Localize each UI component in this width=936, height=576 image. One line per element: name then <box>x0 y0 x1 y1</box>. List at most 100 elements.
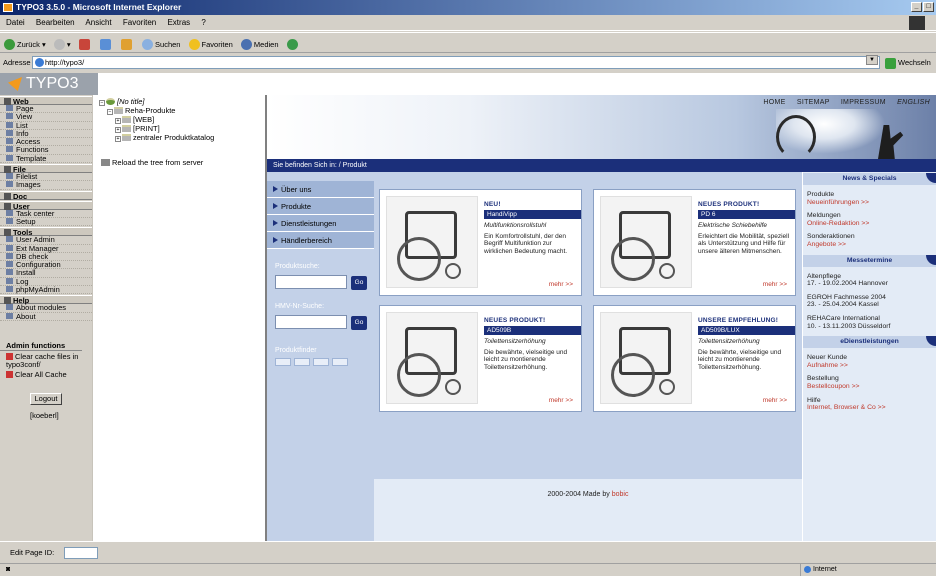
tree-node-print[interactable]: + [PRINT] <box>115 125 160 133</box>
module-group-doc[interactable]: Doc <box>0 190 92 201</box>
home-button[interactable] <box>120 34 134 55</box>
module-template[interactable]: Template <box>0 154 92 164</box>
module-install[interactable]: Install <box>0 269 92 278</box>
help-group-icon <box>4 297 11 305</box>
folder-icon <box>122 134 131 141</box>
typo3-header: TYPO3 <box>0 73 936 95</box>
news-item-link[interactable]: Online-Redaktion >> <box>807 220 936 228</box>
wheelchair-wheel-shape <box>611 353 655 397</box>
minimize-button[interactable]: _ <box>911 2 922 12</box>
service-link[interactable]: Bestellcoupon >> <box>807 383 936 391</box>
news-specials-heading: News & Specials <box>803 173 936 185</box>
history-button[interactable] <box>286 34 300 55</box>
stop-button[interactable] <box>78 34 92 55</box>
footer-author-link[interactable]: bobic <box>612 491 629 498</box>
finder-select[interactable] <box>275 358 291 366</box>
site-nav-ueber-uns[interactable]: Über uns <box>267 181 374 198</box>
card-more-link[interactable]: mehr >> <box>763 281 787 288</box>
clear-all-cache-link[interactable]: Clear All Cache <box>0 370 92 379</box>
nav-impressum[interactable]: IMPRESSUM <box>841 99 886 106</box>
back-label: Zurück <box>17 39 40 49</box>
menu-favoriten[interactable]: Favoriten <box>123 18 156 27</box>
news-item-link[interactable]: Neueinführungen >> <box>807 199 936 207</box>
module-task-center[interactable]: Task center <box>0 209 92 218</box>
news-item: Sonderaktionen Angebote >> <box>803 233 936 248</box>
module-configuration[interactable]: Configuration <box>0 261 92 270</box>
module-info[interactable]: Info <box>0 129 92 139</box>
product-card[interactable]: UNSERE EMPFEHLUNG! AD509B/LUX Toilettens… <box>593 305 796 412</box>
tree-node-katalog[interactable]: + zentraler Produktkatalog <box>115 134 214 142</box>
module-about-modules[interactable]: About modules <box>0 304 92 313</box>
tree-node-web[interactable]: + [WEB] <box>115 116 154 124</box>
menu-ansicht[interactable]: Ansicht <box>85 18 111 27</box>
module-view[interactable]: View <box>0 113 92 122</box>
hmv-search-go-button[interactable]: Go <box>351 316 367 330</box>
card-description: Erleichtert die Mobilität, speziell als … <box>698 233 790 255</box>
menu-bearbeiten[interactable]: Bearbeiten <box>36 18 75 27</box>
back-button[interactable]: Zurück ▾ <box>4 34 46 55</box>
service-link[interactable]: Internet, Browser & Co >> <box>807 404 936 412</box>
typo3-logo[interactable]: TYPO3 <box>0 73 98 95</box>
finder-select[interactable] <box>294 358 310 366</box>
card-more-link[interactable]: mehr >> <box>549 281 573 288</box>
reload-tree-link[interactable]: Reload the tree from server <box>101 159 203 167</box>
finder-select[interactable] <box>332 358 348 366</box>
product-search-input[interactable] <box>275 275 347 289</box>
user-group-icon <box>4 202 11 210</box>
module-images[interactable]: Images <box>0 181 92 190</box>
finder-select[interactable] <box>313 358 329 366</box>
product-finder-label: Produktfinder <box>275 347 317 354</box>
status-page-icon: ◙ <box>6 566 11 573</box>
module-filelist[interactable]: Filelist <box>0 172 92 182</box>
module-page[interactable]: Page <box>0 104 92 114</box>
tree-root[interactable]: − [No title] <box>99 98 145 106</box>
product-image <box>600 196 692 288</box>
address-dropdown-button[interactable]: ▼ <box>866 55 878 65</box>
menu-extras[interactable]: Extras <box>167 18 190 27</box>
site-nav-dienstleistungen[interactable]: Dienstleistungen <box>267 215 374 232</box>
site-nav-produkte[interactable]: Produkte <box>267 198 374 215</box>
site-nav-label: Produkte <box>281 202 312 211</box>
card-title: NEUES PRODUKT! <box>484 317 546 324</box>
menu-help[interactable]: ? <box>201 18 205 27</box>
product-card[interactable]: NEU! HandiVipp Multifunktionsrollstuhl E… <box>379 189 582 296</box>
module-phpmyadmin[interactable]: phpMyAdmin <box>0 285 92 295</box>
favorites-button[interactable]: Favoriten <box>188 34 233 55</box>
card-more-link[interactable]: mehr >> <box>763 397 787 404</box>
security-zone-label: Internet <box>813 566 837 573</box>
address-input[interactable]: http://typo3/ <box>32 56 880 69</box>
logout-button[interactable]: Logout <box>30 392 62 405</box>
edit-page-id-input[interactable] <box>64 547 98 559</box>
product-card[interactable]: NEUES PRODUKT! AD509B Toilettensitzerhöh… <box>379 305 582 412</box>
product-search-go-button[interactable]: Go <box>351 276 367 290</box>
module-group-file[interactable]: File <box>0 164 92 174</box>
module-group-web[interactable]: Web <box>0 96 92 106</box>
site-nav-haendlerbereich[interactable]: Händlerbereich <box>267 232 374 249</box>
media-button[interactable]: Medien <box>240 34 279 55</box>
card-more-link[interactable]: mehr >> <box>549 397 573 404</box>
menu-bar: Datei Bearbeiten Ansicht Favoriten Extra… <box>0 15 936 31</box>
nav-home[interactable]: HOME <box>763 99 785 106</box>
clear-cache-typo3conf-link[interactable]: Clear cache files in typo3conf/ <box>0 352 92 369</box>
tree-node-reha[interactable]: − Reha-Produkte <box>107 107 175 115</box>
maximize-button[interactable]: □ <box>923 2 934 12</box>
security-zone: Internet <box>800 564 837 576</box>
service-item: Neuer Kunde Aufnahme >> <box>803 354 936 369</box>
menu-datei[interactable]: Datei <box>6 18 25 27</box>
service-title: Hilfe <box>807 396 821 404</box>
module-setup[interactable]: Setup <box>0 217 92 227</box>
service-link[interactable]: Aufnahme >> <box>807 362 936 370</box>
hmv-search-input[interactable] <box>275 315 347 329</box>
product-card[interactable]: NEUES PRODUKT! PD 6 Elektrische Schiebeh… <box>593 189 796 296</box>
module-about[interactable]: About <box>0 312 92 321</box>
nav-english[interactable]: ENGLISH <box>897 99 930 106</box>
news-item-link[interactable]: Angebote >> <box>807 241 936 249</box>
forward-button[interactable]: ▾ <box>53 34 71 55</box>
nav-sitemap[interactable]: SITEMAP <box>797 99 830 106</box>
module-list[interactable]: List <box>0 121 92 130</box>
tree-node-label: [WEB] <box>133 115 155 124</box>
hmv-search-label: HMV-Nr-Suche: <box>275 303 325 310</box>
wheelchair-wheel-shape <box>397 237 441 281</box>
search-button[interactable]: Suchen <box>142 34 180 55</box>
refresh-button[interactable] <box>99 34 113 55</box>
